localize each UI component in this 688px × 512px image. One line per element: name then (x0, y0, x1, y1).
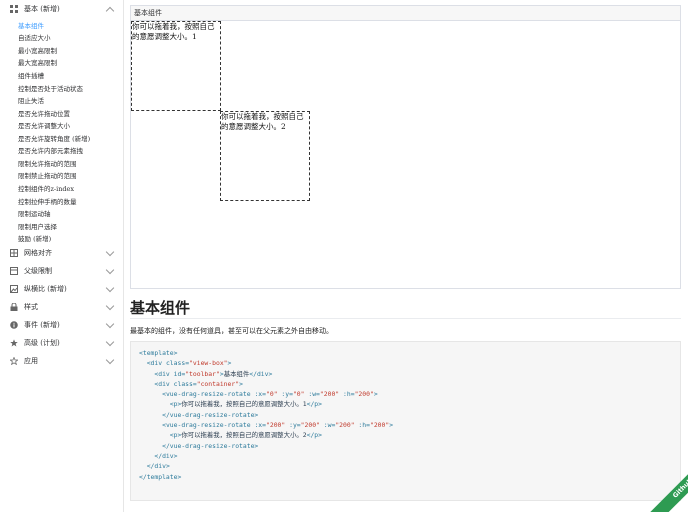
star-outline-icon (10, 357, 18, 365)
sidebar-group-basic[interactable]: 基本 (新增) (0, 1, 123, 17)
chevron-down-icon (105, 301, 115, 311)
sidebar-item-adaptive-size[interactable]: 自适应大小 (18, 32, 51, 42)
box-text: 你可以拖着我，按照自己的意愿调整大小。1 (132, 22, 215, 41)
sidebar-item-handles[interactable]: 控制拉伸手柄的数量 (18, 196, 77, 206)
sidebar-item-user-select[interactable]: 限制用户选择 (18, 221, 57, 231)
page-description: 最基本的组件，没有任何道具，甚至可以在父元素之外自由移动。 (130, 327, 333, 335)
box-text: 你可以拖着我，按照自己的意愿调整大小。2 (221, 112, 304, 131)
grid-icon (10, 5, 18, 13)
sidebar-item-no-drag-range[interactable]: 限制禁止拖动的范围 (18, 170, 77, 180)
sidebar-group-label: 网格对齐 (24, 249, 52, 257)
box-icon (10, 267, 18, 275)
sidebar-item-slot[interactable]: 组件插槽 (18, 70, 44, 80)
sidebar-item-z-index[interactable]: 控制组件的z-index (18, 183, 74, 193)
github-ribbon-label[interactable]: Github (646, 452, 688, 512)
drag-resize-box-2[interactable]: 你可以拖着我，按照自己的意愿调整大小。2 (220, 111, 310, 201)
sidebar-group-label: 纵横比 (新增) (24, 285, 67, 293)
code-text: <template> <div class="view-box"> <div i… (139, 349, 394, 481)
sidebar-item-inner-drag[interactable]: 是否允许内部元素拖拽 (18, 145, 83, 155)
chevron-down-icon (105, 265, 115, 275)
sidebar-group-advanced[interactable]: 高级 (计划) (0, 335, 123, 351)
grid-table-icon (10, 249, 18, 257)
sidebar-group-label: 样式 (24, 303, 38, 311)
code-block: <template> <div class="view-box"> <div i… (130, 341, 681, 501)
chevron-down-icon (105, 355, 115, 365)
sidebar-item-encourage[interactable]: 鼓励 (新增) (18, 233, 51, 243)
sidebar-group-label: 基本 (新增) (24, 5, 60, 13)
sidebar: 基本 (新增) 基本组件 自适应大小 最小宽高限制 最大宽高限制 组件插槽 控制… (0, 0, 124, 512)
chevron-down-icon (105, 337, 115, 347)
chevron-down-icon (105, 283, 115, 293)
info-icon (10, 321, 18, 329)
sidebar-group-label: 父级限制 (24, 267, 52, 275)
chevron-down-icon (105, 319, 115, 329)
toolbar: 基本组件 (131, 6, 680, 21)
sidebar-item-resizable[interactable]: 是否允许调整大小 (18, 120, 70, 130)
sidebar-group-parent[interactable]: 父级限制 (0, 263, 123, 279)
sidebar-group-style[interactable]: 样式 (0, 299, 123, 315)
sidebar-group-label: 高级 (计划) (24, 339, 60, 347)
sidebar-group-events[interactable]: 事件 (新增) (0, 317, 123, 333)
drag-resize-box-1[interactable]: 你可以拖着我，按照自己的意愿调整大小。1 (131, 21, 221, 111)
sidebar-item-max-size[interactable]: 最大宽高限制 (18, 57, 57, 67)
sidebar-item-rotatable[interactable]: 是否允许旋转角度 (新增) (18, 133, 90, 143)
sidebar-item-axis[interactable]: 限制运动轴 (18, 208, 51, 218)
sidebar-item-prevent-deactivation[interactable]: 阻止失活 (18, 95, 44, 105)
view-box: 基本组件 你可以拖着我，按照自己的意愿调整大小。1 你可以拖着我，按照自己的意愿… (130, 5, 681, 289)
chevron-down-icon (105, 247, 115, 257)
sidebar-item-active-control[interactable]: 控制是否处于活动状态 (18, 83, 83, 93)
sidebar-group-grid[interactable]: 网格对齐 (0, 245, 123, 261)
sidebar-item-draggable[interactable]: 是否允许拖动位置 (18, 108, 70, 118)
sidebar-item-basic-component[interactable]: 基本组件 (18, 20, 44, 30)
github-ribbon[interactable]: Github (628, 452, 688, 512)
page-title: 基本组件 (130, 299, 191, 317)
divider (130, 318, 681, 319)
picture-icon (10, 285, 18, 293)
chevron-up-icon (105, 6, 115, 16)
lock-icon (10, 303, 18, 311)
sidebar-group-apps[interactable]: 应用 (0, 353, 123, 369)
sidebar-item-drag-range[interactable]: 限制允许拖动的范围 (18, 158, 77, 168)
sidebar-group-aspect-ratio[interactable]: 纵横比 (新增) (0, 281, 123, 297)
sidebar-group-label: 应用 (24, 357, 38, 365)
sidebar-group-label: 事件 (新增) (24, 321, 60, 329)
sidebar-item-min-size[interactable]: 最小宽高限制 (18, 45, 57, 55)
star-filled-icon (10, 339, 18, 347)
